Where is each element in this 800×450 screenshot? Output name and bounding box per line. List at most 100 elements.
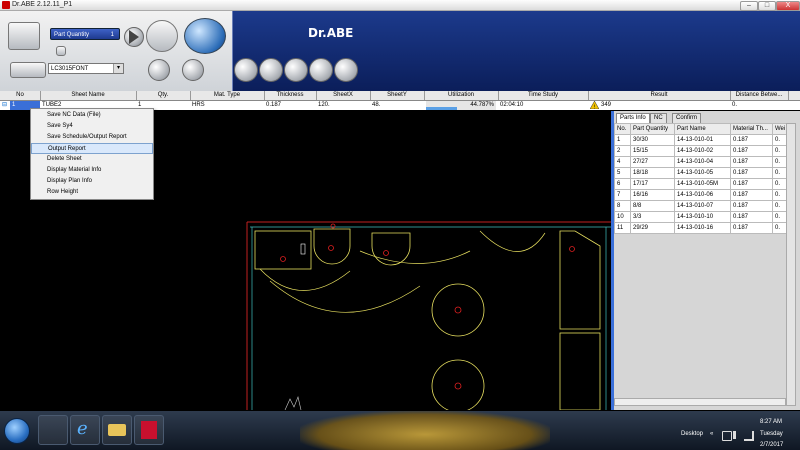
weight-cell: 0. [772, 178, 787, 190]
action-center-icon[interactable] [722, 431, 732, 441]
title-bar: Dr.ABE 2.12.11_P1 – □ X [0, 0, 800, 11]
nest-button[interactable] [184, 18, 226, 54]
utilization-bar: 44.787% [426, 101, 496, 110]
utilization-bar-fill [426, 107, 458, 110]
play-icon [129, 30, 139, 44]
col-distance[interactable]: Distance Betwe... [730, 91, 789, 100]
tool-button-5[interactable] [334, 58, 358, 82]
menu-item-row-height[interactable]: Row Height [31, 187, 153, 198]
clock-time[interactable]: 8:27 AM [760, 419, 782, 425]
menu-item-display-plan-info[interactable]: Display Plan Info [31, 176, 153, 187]
part-circle-1 [431, 283, 485, 337]
menu-item-save-schedule[interactable]: Save Schedule/Output Report [31, 132, 153, 143]
small-check-icon[interactable] [56, 46, 66, 56]
tool-button-3[interactable] [284, 58, 308, 82]
app-dr-abe-icon[interactable] [38, 415, 68, 445]
col-part-name[interactable]: Part Name [674, 123, 731, 135]
weight-cell: 0. [772, 222, 787, 234]
part-quantity-value: 1 [110, 32, 114, 38]
weight-cell: 0. [772, 189, 787, 201]
play-button[interactable] [124, 27, 144, 47]
parts-table-header: No. Part Quantity Part Name Material Th.… [614, 123, 787, 135]
start-button[interactable] [4, 418, 30, 444]
maximize-button[interactable]: □ [758, 1, 776, 11]
col-no[interactable]: No [0, 91, 41, 100]
tool-button-1[interactable] [234, 58, 258, 82]
part-quantity-label: Part Quantity [54, 32, 90, 38]
table-row[interactable]: 1 30/30 14-13-010-01 0.187 0. [614, 134, 787, 146]
file-explorer-icon[interactable] [102, 415, 132, 445]
col-qty[interactable]: Qty. [136, 91, 191, 100]
col-sheetx[interactable]: SheetX [316, 91, 371, 100]
desktop-toolbar-label[interactable]: Desktop [681, 431, 703, 437]
font-select-value: LC3015FONT [51, 66, 89, 72]
col-utilization[interactable]: Utilization [424, 91, 499, 100]
chevron-down-icon: ▾ [113, 64, 123, 73]
table-row[interactable]: 7 16/16 14-13-010-06 0.187 0. [614, 189, 787, 201]
part-no-cell: 10 [614, 211, 631, 223]
material-thickness-cell: 0.187 [730, 134, 773, 146]
menu-item-save-sy4[interactable]: Save Sy4 [31, 121, 153, 132]
menu-item-save-nc-data[interactable]: Save NC Data (File) [31, 110, 153, 121]
hole-mark-7 [330, 223, 336, 229]
adobe-reader-icon[interactable] [134, 415, 164, 445]
tray-chevron-icon[interactable]: « [710, 431, 713, 437]
edit-button[interactable] [182, 59, 204, 81]
laser-machine-icon [10, 62, 46, 78]
table-row[interactable]: 8 8/8 14-13-010-07 0.187 0. [614, 200, 787, 212]
col-mat-type[interactable]: Mat. Type [190, 91, 265, 100]
col-part-quantity[interactable]: Part Quantity [630, 123, 675, 135]
menu-item-delete-sheet[interactable]: Delete Sheet [31, 154, 153, 165]
menu-item-output-report[interactable]: Output Report [31, 143, 153, 154]
part-no-cell: 1 [614, 134, 631, 146]
down-arrow-button[interactable] [148, 59, 170, 81]
part-no-cell: 4 [614, 156, 631, 168]
table-row[interactable]: 6 17/17 14-13-010-05M 0.187 0. [614, 178, 787, 190]
material-thickness-cell: 0.187 [730, 178, 773, 190]
minimize-button[interactable]: – [740, 1, 758, 11]
vertical-scrollbar[interactable] [786, 123, 796, 406]
weight-cell: 0. [772, 156, 787, 168]
clock-day: Tuesday [760, 431, 783, 437]
clock-date: 2/7/2017 [760, 442, 784, 448]
row-distance: 0. [732, 102, 738, 108]
part-u-shape-1 [313, 228, 351, 265]
table-row[interactable]: 5 18/18 14-13-010-05 0.187 0. [614, 167, 787, 179]
weight-cell: 0. [772, 167, 787, 179]
part-quantity-cell: 30/30 [630, 134, 675, 146]
col-part-no[interactable]: No. [614, 123, 631, 135]
col-sheety[interactable]: SheetY [370, 91, 425, 100]
hole-mark-5 [454, 382, 462, 390]
col-sheet-name[interactable]: Sheet Name [40, 91, 137, 100]
expand-icon[interactable]: ⊟ [2, 101, 10, 110]
volume-icon[interactable] [733, 431, 744, 439]
table-row[interactable]: 11 29/29 14-13-010-16 0.187 0. [614, 222, 787, 234]
part-no-cell: 5 [614, 167, 631, 179]
col-result[interactable]: Result [588, 91, 731, 100]
part-quantity-cell: 29/29 [630, 222, 675, 234]
font-select[interactable]: LC3015FONT ▾ [48, 63, 124, 74]
close-button[interactable]: X [776, 1, 800, 11]
col-material-thickness[interactable]: Material Th... [730, 123, 773, 135]
part-quantity-cell: 3/3 [630, 211, 675, 223]
internet-explorer-icon[interactable]: e [70, 415, 100, 445]
table-row[interactable]: 2 15/15 14-13-010-02 0.187 0. [614, 145, 787, 157]
printer-icon[interactable] [8, 22, 40, 50]
row-sheetx: 120. [318, 102, 330, 108]
horizontal-scrollbar[interactable] [614, 398, 786, 406]
part-name-cell: 14-13-010-16 [674, 222, 731, 234]
part-quantity-field[interactable]: Part Quantity 1 [50, 28, 120, 40]
table-row[interactable]: 4 27/27 14-13-010-04 0.187 0. [614, 156, 787, 168]
sheet-stack-icon[interactable] [146, 20, 178, 52]
material-thickness-cell: 0.187 [730, 200, 773, 212]
network-icon[interactable] [744, 431, 754, 441]
col-time-study[interactable]: Time Study [498, 91, 589, 100]
table-row[interactable]: 10 3/3 14-13-010-10 0.187 0. [614, 211, 787, 223]
hole-mark-4 [454, 306, 462, 314]
tool-button-4[interactable] [309, 58, 333, 82]
menu-item-display-material-info[interactable]: Display Material Info [31, 165, 153, 176]
col-thickness[interactable]: Thickness [264, 91, 317, 100]
col-weight[interactable]: Wei [772, 123, 787, 135]
tool-button-2[interactable] [259, 58, 283, 82]
part-no-cell: 6 [614, 178, 631, 190]
